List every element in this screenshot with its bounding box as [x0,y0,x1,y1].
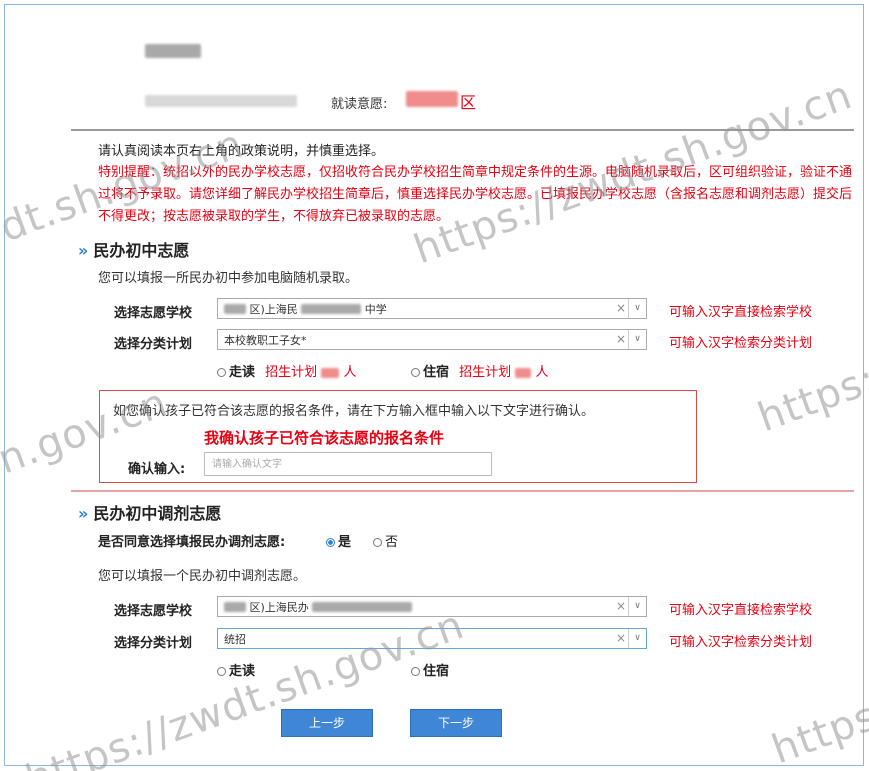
adjust-radio-boarding-label: 住宿 [423,664,450,679]
applicant-name-redacted [145,44,201,58]
district-redacted [224,304,246,314]
special-warning: 特别提醒：统招以外的民办学校志愿，仅招收符合民办学校招生简章中规定条件的生源。电… [98,165,853,224]
section-private-junior-title: » 民办初中志愿 [78,237,189,261]
confirm-input-label: 确认输入: [128,462,186,477]
day-plan-text: 招生计划 [265,365,318,380]
adjust-plan-select-label: 选择分类计划 [114,636,193,651]
intent-label: 就读意愿: [331,97,388,112]
plan-select-label: 选择分类计划 [114,337,193,352]
adjust-plan-value: 统招 [224,632,246,646]
radio-yes-label: 是 [338,535,352,550]
next-step-button[interactable]: 下一步 [410,709,502,737]
radio-checked-icon [326,538,335,547]
clear-icon[interactable]: × [616,299,626,318]
radio-circle-icon [411,368,420,377]
adjust-radio-day-label: 走读 [229,664,256,679]
radio-boarding-label: 住宿 [423,365,450,380]
radio-no-label: 否 [385,535,399,550]
confirm-tip: 如您确认孩子已符合该志愿的报名条件，请在下方输入框中输入以下文字进行确认。 [113,404,595,419]
boarding-plan-text: 招生计划 [459,365,512,380]
confirm-input[interactable] [204,452,492,476]
chevron-down-icon[interactable]: ∨ [628,299,646,318]
double-chevron-icon: » [78,241,88,260]
clear-icon[interactable]: × [616,330,626,349]
day-quota-redacted [321,367,340,378]
radio-circle-icon [217,667,226,676]
school-name-redacted [312,602,413,612]
intent-value: 区 [460,93,477,112]
adjust-radio-boarding[interactable]: 住宿 [411,660,449,679]
adjust-school-select-label: 选择志愿学校 [114,604,193,619]
section-title-text: 民办初中调剂志愿 [93,504,222,523]
adjust-school-prefix: 区)上海民办 [249,600,309,614]
section2-desc: 您可以填报一个民办初中调剂志愿。 [98,569,307,584]
chevron-down-icon[interactable]: ∨ [628,597,646,616]
header-divider [71,129,854,131]
boarding-plan-unit: 人 [535,365,549,380]
radio-circle-icon [373,538,382,547]
adjust-plan-select[interactable]: 统招 × ∨ [217,628,647,649]
plan-select-value: 本校教职工子女* [224,333,307,347]
radio-agree-yes[interactable]: 是 [326,531,351,550]
day-plan-unit: 人 [343,365,357,380]
chevron-down-icon[interactable]: ∨ [628,330,646,349]
radio-day-student[interactable]: 走读 招生计划 人 [217,361,356,380]
school-select-label: 选择志愿学校 [114,306,193,321]
adjust-school-search-hint: 可输入汉字直接检索学校 [669,603,813,618]
radio-day-label: 走读 [229,365,256,380]
section1-desc: 您可以填报一所民办初中参加电脑随机录取。 [98,271,359,286]
boarding-quota-redacted [515,367,532,378]
school-name-redacted [301,304,362,314]
applicant-id-redacted [145,95,297,107]
clear-icon[interactable]: × [616,629,626,648]
section-title-text: 民办初中志愿 [93,241,190,260]
read-policy-tip: 请认真阅读本页右上角的政策说明，并慎重选择。 [98,144,385,159]
radio-circle-icon [217,368,226,377]
confirm-phrase: 我确认孩子已符合该志愿的报名条件 [204,429,445,447]
section-divider [71,490,854,492]
plan-search-hint: 可输入汉字检索分类计划 [669,336,813,351]
section-adjust-title: » 民办初中调剂志愿 [78,500,221,524]
intent-district-redacted [406,91,458,107]
adjust-plan-search-hint: 可输入汉字检索分类计划 [669,635,813,650]
school-select[interactable]: 区)上海民 中学 × ∨ [217,298,647,319]
double-chevron-icon: » [78,504,88,523]
radio-circle-icon [411,667,420,676]
adjust-school-select[interactable]: 区)上海民办 × ∨ [217,596,647,617]
prev-step-button[interactable]: 上一步 [281,709,373,737]
form-frame [4,4,864,766]
chevron-down-icon[interactable]: ∨ [628,629,646,648]
agree-adjust-label: 是否同意选择填报民办调剂志愿: [98,535,286,550]
school-select-suffix: 中学 [364,302,387,316]
adjust-radio-day-student[interactable]: 走读 [217,660,255,679]
school-select-prefix: 区)上海民 [249,302,298,316]
district-redacted [224,602,246,612]
clear-icon[interactable]: × [616,597,626,616]
plan-select[interactable]: 本校教职工子女* × ∨ [217,329,647,350]
school-search-hint: 可输入汉字直接检索学校 [669,305,813,320]
radio-boarding[interactable]: 住宿 招生计划 人 [411,361,548,380]
radio-agree-no[interactable]: 否 [373,531,398,550]
